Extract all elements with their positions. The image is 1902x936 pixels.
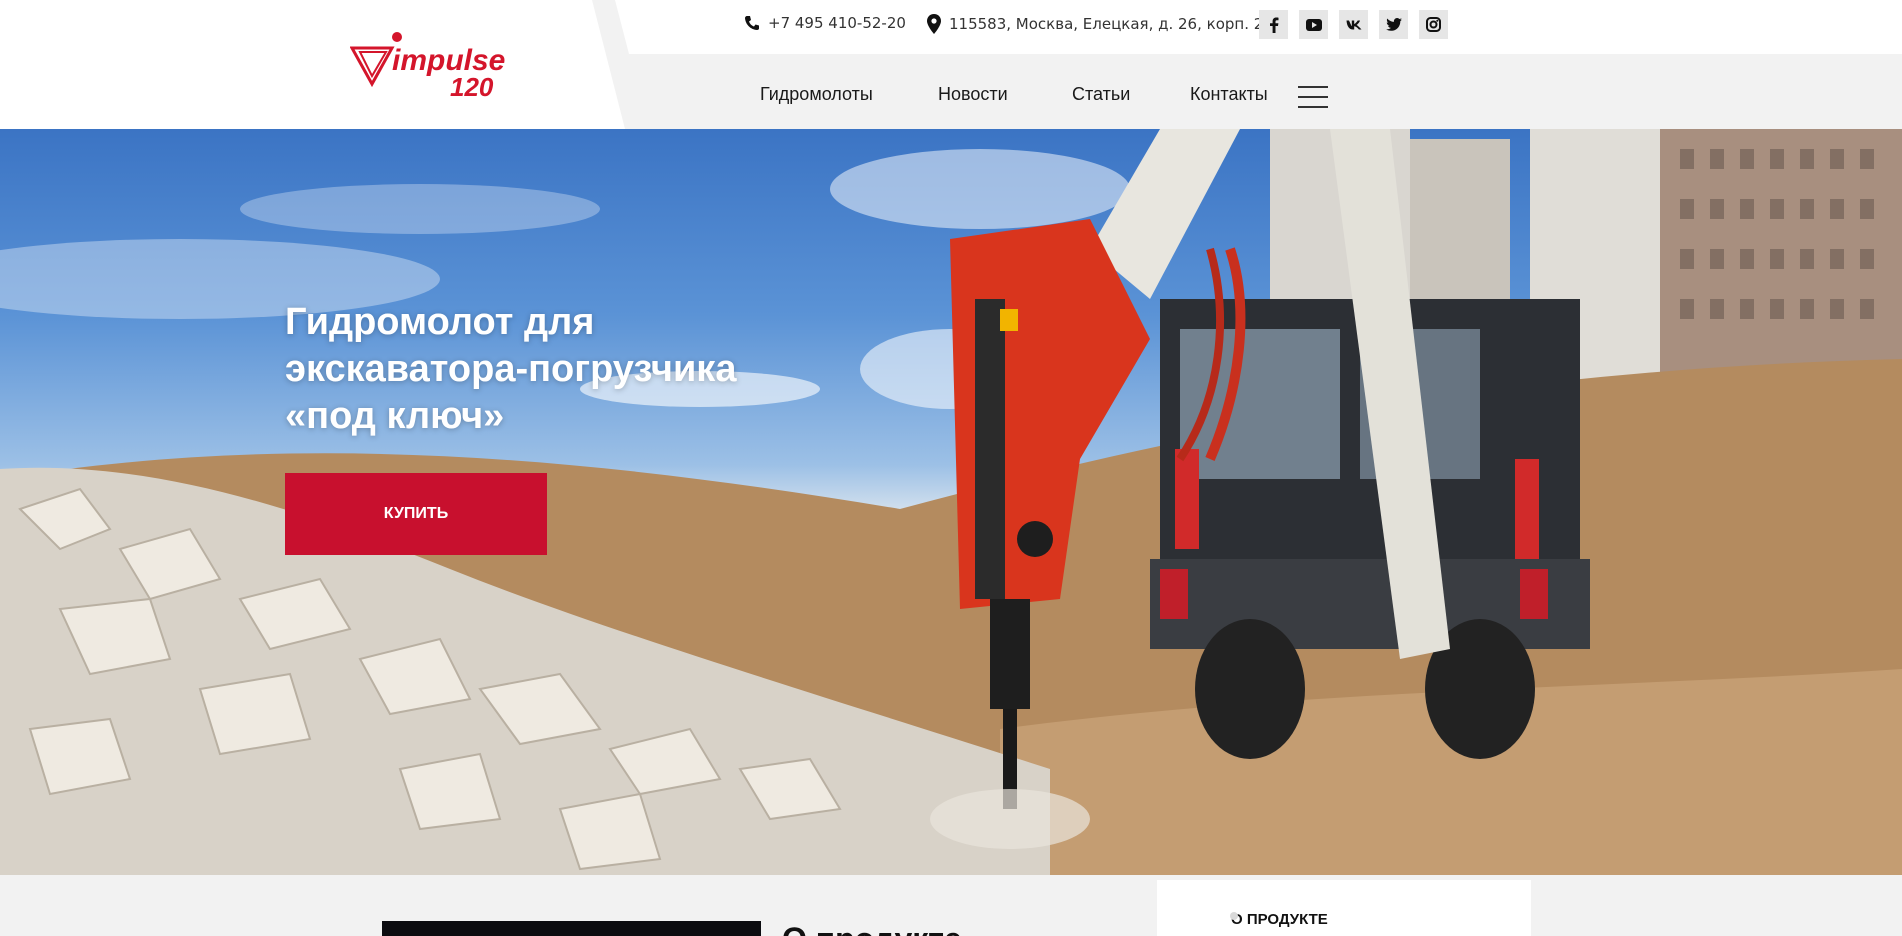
hero-title-line3: «под ключ» xyxy=(285,395,505,437)
buy-button[interactable]: КУПИТЬ xyxy=(285,473,547,555)
nav-item-contacts[interactable]: Контакты xyxy=(1190,84,1268,105)
social-links xyxy=(1259,10,1448,39)
impulse-logo[interactable]: impulse 120 xyxy=(350,28,520,100)
site-header: impulse 120 +7 495 410-52-20 115583, Мос… xyxy=(0,0,1902,129)
side-menu-bullet xyxy=(1230,912,1238,920)
vk-link[interactable] xyxy=(1339,10,1368,39)
instagram-link[interactable] xyxy=(1419,10,1448,39)
side-menu-item-about[interactable]: О ПРОДУКТЕ xyxy=(1231,911,1328,928)
facebook-icon xyxy=(1269,17,1278,33)
hero-banner: Гидромолот для экскаватора-погрузчика «п… xyxy=(0,129,1902,875)
phone-icon xyxy=(745,16,759,30)
nav-item-news[interactable]: Новости xyxy=(938,84,1008,105)
vk-icon xyxy=(1346,20,1361,29)
twitter-link[interactable] xyxy=(1379,10,1408,39)
hero-title: Гидромолот для экскаватора-погрузчика «п… xyxy=(285,299,805,440)
nav-item-articles[interactable]: Статьи xyxy=(1072,84,1130,105)
instagram-icon xyxy=(1426,17,1441,32)
twitter-icon xyxy=(1385,18,1402,31)
phone-number[interactable]: +7 495 410-52-20 xyxy=(768,14,906,32)
about-product-heading: О продукте xyxy=(782,919,962,936)
header-logo-area xyxy=(0,0,625,129)
side-menu-card: О ПРОДУКТЕ xyxy=(1157,880,1531,936)
about-product-section: О продукте О ПРОДУКТЕ xyxy=(0,875,1902,936)
header-phone[interactable]: +7 495 410-52-20 xyxy=(744,14,906,32)
hamburger-menu-icon[interactable] xyxy=(1298,86,1328,108)
address-text: 115583, Москва, Елецкая, д. 26, корп. 2 xyxy=(949,15,1264,33)
facebook-link[interactable] xyxy=(1259,10,1288,39)
map-pin-icon xyxy=(927,14,941,34)
logo-model-text: 120 xyxy=(450,72,494,100)
product-image xyxy=(382,921,761,936)
youtube-icon xyxy=(1305,18,1322,31)
header-address: 115583, Москва, Елецкая, д. 26, корп. 2 xyxy=(927,14,1263,34)
hero-title-line2: экскаватора-погрузчика xyxy=(285,348,737,390)
hero-title-line1: Гидромолот для xyxy=(285,301,595,343)
youtube-link[interactable] xyxy=(1299,10,1328,39)
nav-item-hydraulic-hammers[interactable]: Гидромолоты xyxy=(760,84,873,105)
